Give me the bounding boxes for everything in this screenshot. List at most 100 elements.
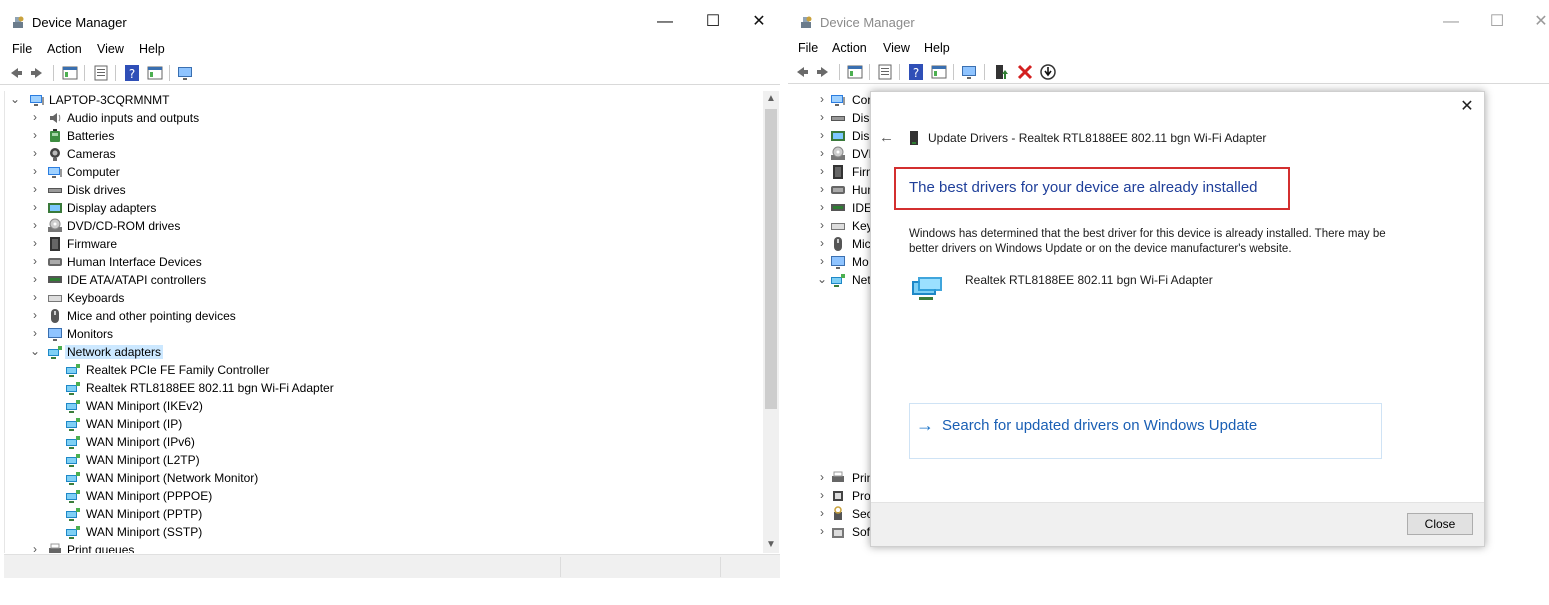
status-separator — [720, 557, 721, 577]
chevron-right-icon[interactable]: › — [29, 129, 41, 141]
tree-item-label: Sof — [852, 525, 871, 539]
maximize-button[interactable]: ☐ — [690, 6, 736, 38]
hid-icon — [47, 254, 63, 270]
tree-child-label: WAN Miniport (Network Monitor) — [86, 471, 259, 485]
chevron-right-icon[interactable]: › — [816, 507, 828, 519]
download-icon[interactable] — [1039, 63, 1057, 81]
maximize-button[interactable]: ☐ — [1474, 6, 1520, 38]
chevron-right-icon[interactable]: › — [816, 183, 828, 195]
minimize-button[interactable]: — — [642, 6, 688, 38]
menu-action[interactable]: Action — [832, 41, 867, 55]
close-button[interactable]: Close — [1407, 513, 1473, 535]
tree-child-label: WAN Miniport (L2TP) — [86, 453, 200, 467]
properties-icon[interactable] — [61, 64, 79, 82]
chevron-right-icon[interactable]: › — [29, 273, 41, 285]
chevron-right-icon[interactable]: › — [816, 111, 828, 123]
chevron-down-icon[interactable]: ⌄ — [9, 93, 21, 105]
chevron-right-icon[interactable]: › — [29, 237, 41, 249]
tree-item-label: Batteries — [67, 129, 115, 143]
chevron-right-icon[interactable]: › — [29, 255, 41, 267]
battery-icon — [47, 128, 63, 144]
update-driver-icon[interactable] — [992, 63, 1010, 81]
chevron-right-icon[interactable]: › — [29, 327, 41, 339]
chevron-right-icon[interactable]: › — [816, 471, 828, 483]
tree-child-label: Realtek RTL8188EE 802.11 bgn Wi-Fi Adapt… — [86, 381, 334, 395]
chevron-down-icon[interactable]: ⌄ — [29, 345, 41, 357]
tree-item-label: Net — [852, 273, 871, 287]
chevron-right-icon[interactable]: › — [816, 489, 828, 501]
forward-icon[interactable] — [29, 64, 47, 82]
wifi-adapter-small-icon — [910, 131, 918, 145]
processor-icon — [830, 488, 846, 504]
arrow-right-icon: → — [916, 415, 934, 435]
chevron-right-icon[interactable]: › — [816, 525, 828, 537]
properties-icon[interactable] — [846, 63, 864, 81]
tree-item-label: Mo — [852, 255, 869, 269]
status-bar — [4, 554, 780, 578]
tree-child-label: Realtek PCIe FE Family Controller — [86, 363, 270, 377]
scroll-down-icon[interactable]: ▼ — [763, 537, 779, 553]
close-button[interactable]: ✕ — [736, 6, 780, 38]
menu-help[interactable]: Help — [924, 41, 950, 55]
uninstall-icon[interactable] — [1016, 63, 1034, 81]
tree-item-label: IDE ATA/ATAPI controllers — [67, 273, 207, 287]
scan-hardware-icon[interactable] — [961, 63, 979, 81]
back-arrow-icon[interactable]: ← — [879, 129, 894, 146]
toolbar-separator — [115, 65, 116, 81]
toolbar — [0, 61, 780, 85]
chevron-right-icon[interactable]: › — [29, 291, 41, 303]
menu-bar: File Action View Help — [788, 37, 1549, 59]
chevron-right-icon[interactable]: › — [816, 219, 828, 231]
menu-action[interactable]: Action — [47, 42, 82, 56]
dialog-title: Update Drivers - Realtek RTL8188EE 802.1… — [928, 131, 1267, 145]
chevron-right-icon[interactable]: › — [29, 543, 41, 553]
firmware-chip-icon — [47, 236, 63, 252]
menu-bar: File Action View Help — [0, 38, 780, 60]
disk-icon — [47, 182, 63, 198]
chevron-down-icon[interactable]: ⌄ — [816, 273, 828, 285]
chevron-right-icon[interactable]: › — [816, 201, 828, 213]
minimize-button[interactable]: — — [1428, 6, 1474, 38]
help-icon[interactable] — [907, 63, 925, 81]
list-view-icon[interactable] — [876, 63, 894, 81]
vertical-scrollbar[interactable]: ▲ ▼ — [763, 91, 779, 553]
show-hidden-icon[interactable] — [930, 63, 948, 81]
list-view-icon[interactable] — [92, 64, 110, 82]
scroll-thumb[interactable] — [765, 109, 777, 409]
speaker-icon — [47, 110, 63, 126]
chevron-right-icon[interactable]: › — [816, 129, 828, 141]
chevron-right-icon[interactable]: › — [29, 201, 41, 213]
camera-icon — [47, 146, 63, 162]
disk-icon — [830, 110, 846, 126]
scroll-up-icon[interactable]: ▲ — [763, 91, 779, 107]
forward-icon[interactable] — [815, 63, 833, 81]
chevron-right-icon[interactable]: › — [29, 165, 41, 177]
chevron-right-icon[interactable]: › — [29, 219, 41, 231]
scan-hardware-icon[interactable] — [177, 64, 195, 82]
search-windows-update-link[interactable]: → Search for updated drivers on Windows … — [909, 403, 1382, 459]
chevron-right-icon[interactable]: › — [29, 147, 41, 159]
chevron-right-icon[interactable]: › — [29, 309, 41, 321]
chevron-right-icon[interactable]: › — [816, 255, 828, 267]
tree-item-label: Display adapters — [67, 201, 157, 215]
menu-file[interactable]: File — [12, 42, 32, 56]
help-icon[interactable] — [123, 64, 141, 82]
chevron-right-icon[interactable]: › — [29, 183, 41, 195]
network-adapter-icon — [830, 272, 846, 288]
close-icon[interactable]: ✕ — [1458, 98, 1476, 116]
close-button[interactable]: ✕ — [1518, 6, 1549, 38]
toolbar-separator — [899, 64, 900, 80]
back-icon[interactable] — [6, 64, 24, 82]
chevron-right-icon[interactable]: › — [816, 237, 828, 249]
menu-file[interactable]: File — [798, 41, 818, 55]
chevron-right-icon[interactable]: › — [816, 165, 828, 177]
menu-view[interactable]: View — [883, 41, 910, 55]
menu-help[interactable]: Help — [139, 42, 165, 56]
chevron-right-icon[interactable]: › — [816, 147, 828, 159]
menu-view[interactable]: View — [97, 42, 124, 56]
chevron-right-icon[interactable]: › — [816, 93, 828, 105]
show-hidden-icon[interactable] — [146, 64, 164, 82]
chevron-right-icon[interactable]: › — [29, 111, 41, 123]
back-icon[interactable] — [792, 63, 810, 81]
mouse-icon — [47, 308, 63, 324]
